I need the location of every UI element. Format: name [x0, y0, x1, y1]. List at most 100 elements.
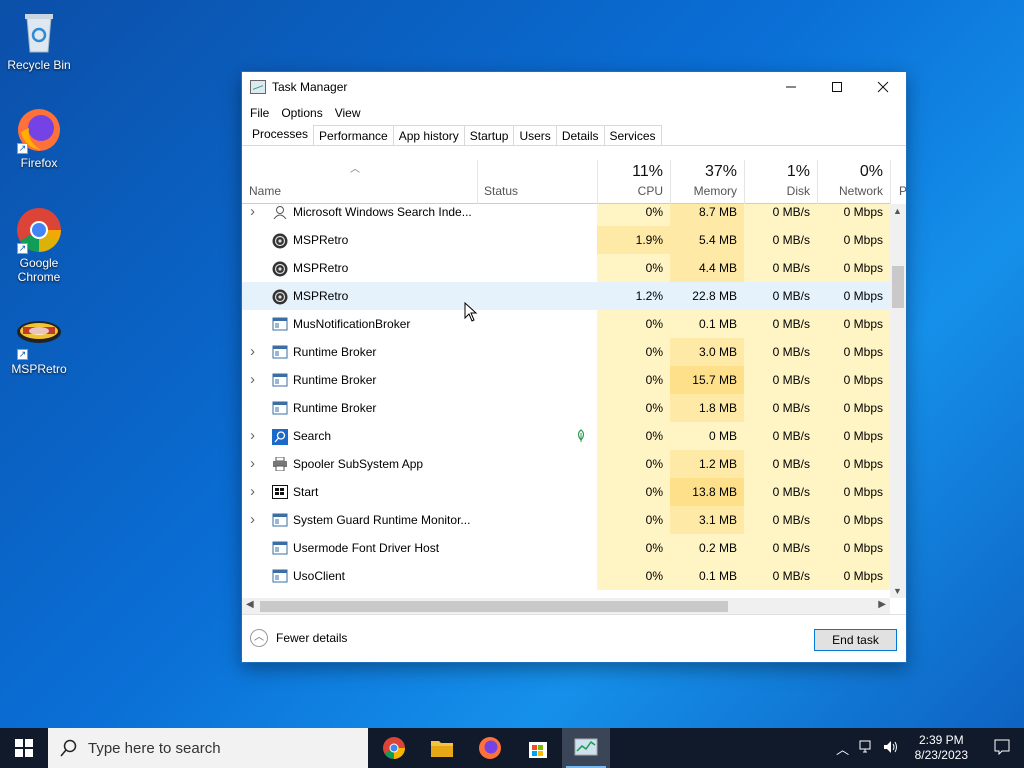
scroll-right-icon[interactable]: ▶: [878, 599, 886, 610]
expand-chevron-icon[interactable]: ›: [250, 204, 255, 226]
scroll-up-icon[interactable]: ▲: [893, 206, 902, 216]
chevron-up-icon[interactable]: ︿: [831, 739, 855, 758]
process-row[interactable]: › Runtime Broker 0% 15.7 MB 0 MB/s 0 Mbps: [242, 366, 890, 394]
shortcut-arrow-icon: ↗: [17, 349, 28, 360]
scroll-left-icon[interactable]: ◀: [246, 599, 254, 610]
desktop-icon-mspretro[interactable]: ↗ MSPRetro: [1, 312, 77, 376]
taskbar-search-box[interactable]: Type here to search: [48, 728, 368, 768]
process-row[interactable]: MSPRetro 1.9% 5.4 MB 0 MB/s 0 Mbps: [242, 226, 890, 254]
tab-app-history[interactable]: App history: [392, 125, 465, 145]
process-row[interactable]: › Runtime Broker 0% 3.0 MB 0 MB/s 0 Mbps: [242, 338, 890, 366]
volume-icon[interactable]: [879, 740, 903, 757]
tab-users[interactable]: Users: [513, 125, 557, 145]
minimize-button[interactable]: [768, 72, 814, 102]
close-button[interactable]: [860, 72, 906, 102]
menu-view[interactable]: View: [329, 106, 367, 120]
firefox-icon: ↗: [15, 106, 63, 154]
process-name: System Guard Runtime Monitor...: [293, 513, 471, 527]
maximize-button[interactable]: [814, 72, 860, 102]
process-row[interactable]: › Start 0% 13.8 MB 0 MB/s 0 Mbps: [242, 478, 890, 506]
process-disk: 0 MB/s: [744, 422, 817, 450]
taskbar-store[interactable]: [514, 728, 562, 768]
mspretro-logo-icon: ↗: [15, 312, 63, 360]
process-row[interactable]: › Spooler SubSystem App 0% 1.2 MB 0 MB/s 0 Mb…: [242, 450, 890, 478]
process-cpu: 1.2%: [635, 289, 663, 303]
mouse-cursor-icon: [464, 302, 478, 322]
mspretro-icon: [272, 233, 288, 249]
expand-chevron-icon[interactable]: ›: [250, 506, 255, 534]
process-memory: 13.8 MB: [670, 478, 744, 506]
process-cpu: 0%: [597, 310, 670, 338]
window-icon: [272, 569, 288, 583]
desktop-icon-firefox[interactable]: ↗ Firefox: [1, 106, 77, 170]
tab-startup[interactable]: Startup: [463, 125, 515, 145]
menu-file[interactable]: File: [244, 106, 275, 120]
tab-details[interactable]: Details: [555, 125, 605, 145]
process-row[interactable]: MSPRetro 0% 4.4 MB 0 MB/s 0 Mbps: [242, 254, 890, 282]
notification-icon[interactable]: [980, 739, 1024, 758]
column-memory[interactable]: 37% Memory: [670, 160, 744, 204]
vertical-scrollbar[interactable]: ▲ ▼: [890, 204, 906, 598]
footer: ︿ Fewer details End task: [242, 614, 906, 662]
process-row[interactable]: Usermode Font Driver Host 0% 0.2 MB 0 MB/s 0…: [242, 534, 890, 562]
expand-chevron-icon[interactable]: ›: [250, 450, 255, 478]
taskbar-firefox[interactable]: [466, 728, 514, 768]
fewer-details-link[interactable]: ︿ Fewer details: [250, 629, 347, 647]
process-name: Spooler SubSystem App: [293, 457, 424, 471]
process-disk: 0 MB/s: [744, 478, 817, 506]
user-icon: [272, 205, 288, 220]
clock[interactable]: 2:39 PM 8/23/2023: [903, 733, 980, 763]
process-cpu: 0%: [597, 366, 670, 394]
process-cpu: 1.9%: [597, 226, 670, 254]
process-row[interactable]: MusNotificationBroker 0% 0.1 MB 0 MB/s 0 Mbp…: [242, 310, 890, 338]
process-memory: 0 MB: [670, 422, 744, 450]
process-cpu: 0%: [597, 534, 670, 562]
column-cpu[interactable]: 11% CPU: [597, 160, 670, 204]
tab-performance[interactable]: Performance: [313, 125, 394, 145]
taskbar-task-manager[interactable]: [562, 728, 610, 768]
process-network: 0 Mbps: [817, 562, 890, 590]
process-row[interactable]: › System Guard Runtime Monitor... 0% 3.1 MB…: [242, 506, 890, 534]
process-row[interactable]: › Microsoft Windows Search Inde... 0% 8.7 M…: [242, 204, 890, 226]
window-icon: [272, 513, 288, 527]
horizontal-scrollbar[interactable]: ◀ ▶: [242, 598, 890, 614]
end-task-button[interactable]: End task: [814, 629, 897, 651]
clock-time: 2:39 PM: [918, 733, 964, 747]
process-row[interactable]: Runtime Broker 0% 1.8 MB 0 MB/s 0 Mbps: [242, 394, 890, 422]
process-network: 0 Mbps: [817, 534, 890, 562]
column-status[interactable]: Status: [477, 160, 597, 204]
start-button[interactable]: [0, 728, 48, 768]
process-name: MSPRetro: [293, 233, 349, 247]
expand-chevron-icon[interactable]: ›: [250, 366, 255, 394]
column-network[interactable]: 0% Network: [817, 160, 890, 204]
process-row[interactable]: MSPRetro 1.2% 22.8 MB 0 MB/s 0 Mbps: [242, 282, 890, 310]
printer-icon: [272, 456, 288, 472]
column-disk[interactable]: 1% Disk: [744, 160, 817, 204]
desktop-icon-google-chrome[interactable]: ↗ Google Chrome: [1, 206, 77, 284]
expand-chevron-icon[interactable]: ›: [250, 338, 255, 366]
process-name: MusNotificationBroker: [293, 317, 411, 331]
network-icon[interactable]: [855, 740, 879, 757]
tab-services[interactable]: Services: [603, 125, 662, 145]
expand-chevron-icon[interactable]: ›: [250, 422, 255, 450]
process-memory: 3.0 MB: [670, 338, 744, 366]
task-manager-icon: [574, 738, 598, 756]
taskbar-file-explorer[interactable]: [418, 728, 466, 768]
process-list: › Microsoft Windows Search Inde... 0% 8.7 M…: [242, 204, 890, 598]
process-row[interactable]: › Search 0% 0 MB 0 MB/s 0 Mbps: [242, 422, 890, 450]
process-network: 0 Mbps: [817, 254, 890, 282]
title-bar[interactable]: Task Manager: [242, 72, 906, 102]
tab-processes[interactable]: Processes: [246, 123, 315, 145]
process-row[interactable]: UsoClient 0% 0.1 MB 0 MB/s 0 Mbps: [242, 562, 890, 590]
column-power[interactable]: P: [890, 160, 907, 204]
process-disk: 0 MB/s: [744, 226, 817, 254]
menu-options[interactable]: Options: [275, 106, 328, 120]
desktop-icon-recycle-bin[interactable]: Recycle Bin: [1, 8, 77, 72]
scroll-down-icon[interactable]: ▼: [893, 586, 902, 596]
vertical-scroll-thumb[interactable]: [892, 266, 904, 308]
expand-chevron-icon[interactable]: ›: [250, 478, 255, 506]
column-name[interactable]: Name: [242, 160, 477, 204]
process-name: Search: [293, 429, 332, 443]
horizontal-scroll-thumb[interactable]: [260, 601, 728, 612]
taskbar-chrome[interactable]: [370, 728, 418, 768]
